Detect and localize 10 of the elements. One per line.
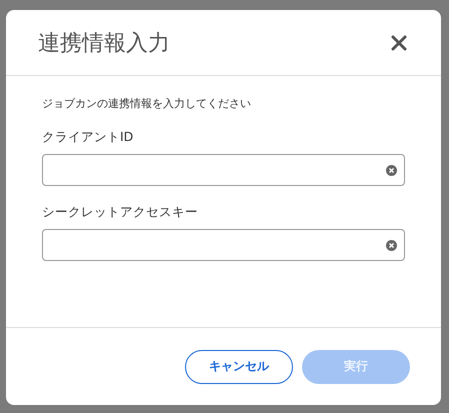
cancel-button[interactable]: キャンセル — [185, 350, 293, 384]
field-label: クライアントID — [42, 129, 134, 146]
dialog-title: 連携情報入力 — [38, 30, 170, 58]
close-icon[interactable] — [391, 34, 407, 50]
description-text: ジョブカンの連携情報を入力してください — [42, 96, 252, 111]
field-label: シークレットアクセスキー — [42, 204, 199, 221]
clear-icon[interactable] — [386, 165, 397, 176]
input-field[interactable] — [42, 154, 405, 186]
clear-icon[interactable] — [386, 240, 397, 251]
input-field[interactable] — [42, 229, 405, 261]
